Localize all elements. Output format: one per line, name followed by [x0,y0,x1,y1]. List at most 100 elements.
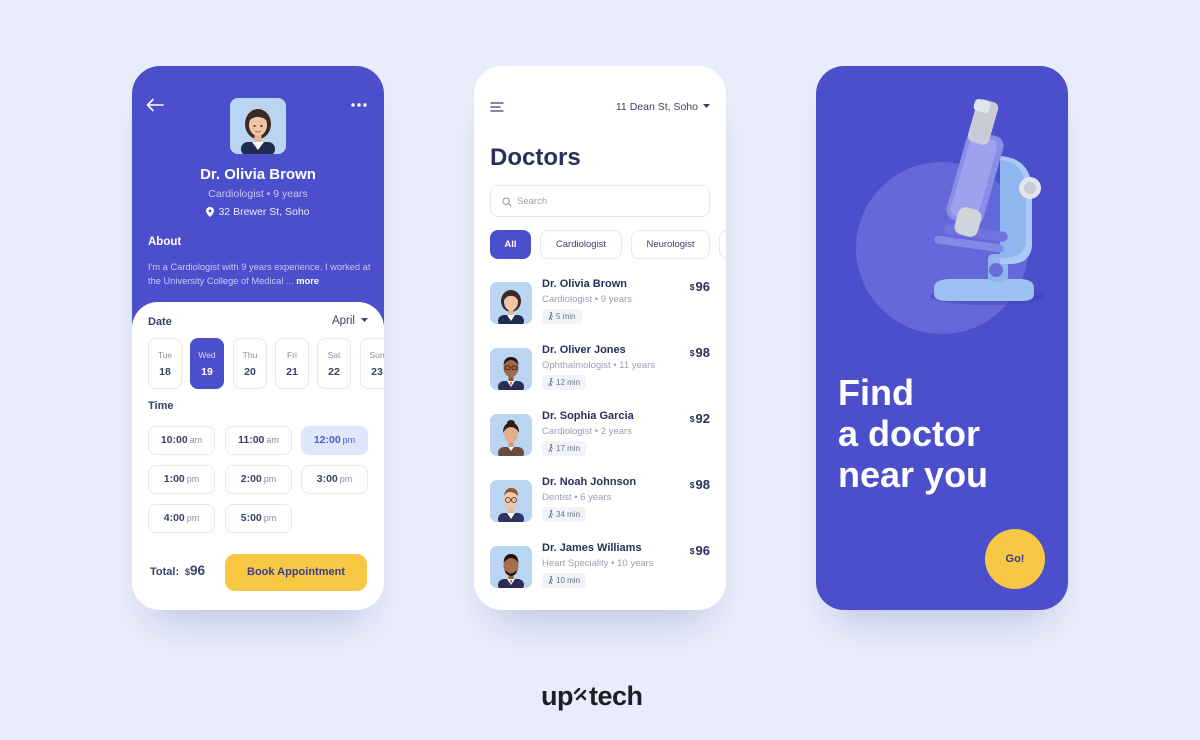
currency-symbol: $ [689,348,695,358]
day-option-selected[interactable]: Wed 19 [190,338,224,389]
day-date: 19 [201,366,213,378]
location-selector[interactable]: 11 Dean St, Soho [616,101,710,113]
doctor-specialty: Dentist • 6 years [542,492,612,503]
search-input[interactable] [517,187,697,215]
doctor-location-text: 32 Brewer St, Soho [218,206,310,218]
day-name: Wed [198,350,216,360]
doctor-specialty: Cardiologist • 9 years [542,294,632,305]
book-appointment-button[interactable]: Book Appointment [225,554,367,591]
day-option[interactable]: Sun 23 [360,338,384,389]
month-selector[interactable]: April [332,315,368,327]
walking-icon [548,378,554,387]
walk-time: 5 min [556,312,576,321]
onboarding-screen: Find a doctor near you Go! [816,66,1068,610]
time-slot-selected[interactable]: 12:00 pm [301,426,368,455]
doctors-list-screen: 11 Dean St, Soho Doctors All Cardiologis… [474,66,726,610]
walk-time-badge: 12 min [542,375,587,390]
walking-icon [548,576,554,585]
slot-time: 12:00 [313,434,341,446]
time-slot[interactable]: 1:00 pm [148,465,215,494]
slot-ampm: pm [339,474,353,484]
chip-cardiologist[interactable]: Cardiologist [540,230,622,259]
time-slot[interactable]: 10:00 am [148,426,215,455]
chip-more[interactable] [719,230,726,259]
slot-ampm: pm [263,513,277,523]
chevron-down-icon [703,104,710,108]
time-label: Time [148,400,174,412]
doctor-avatar [490,546,532,588]
day-date: 21 [286,366,298,378]
brand-logo: up tech [541,681,661,715]
doctor-list-item[interactable]: Dr. Sophia Garcia Cardiologist • 2 years… [490,410,710,460]
day-date: 22 [328,366,340,378]
slot-ampm: am [189,435,203,445]
go-button[interactable]: Go! [985,529,1045,589]
doctor-avatar [490,282,532,324]
currency-symbol: $ [689,282,695,292]
time-slot[interactable]: 5:00 pm [225,504,292,533]
slot-time: 5:00 [240,512,262,524]
price-value: 96 [695,279,710,294]
time-slot[interactable]: 11:00 am [225,426,292,455]
chip-neurologist[interactable]: Neurologist [631,230,710,259]
day-name: Sat [327,350,341,360]
search-box[interactable] [490,185,710,217]
day-date: 18 [159,366,171,378]
walk-time-badge: 10 min [542,573,587,588]
profile-header: Dr. Olivia Brown Cardiologist • 9 years … [132,66,384,328]
walk-time-badge: 17 min [542,441,587,456]
walk-time: 12 min [556,378,581,387]
time-slot[interactable]: 3:00 pm [301,465,368,494]
slot-ampm: am [266,435,279,445]
doctor-price: $98 [690,477,710,492]
doctor-name: Dr. Oliver Jones [542,344,626,356]
chip-all[interactable]: All [490,230,531,259]
page-title: Doctors [490,144,581,171]
slot-ampm: pm [186,513,200,523]
total-amount: $96 [185,563,205,578]
price-value: 92 [695,411,710,426]
day-option[interactable]: Fri 21 [275,338,309,389]
doctor-list-item[interactable]: Dr. James Williams Heart Speciality • 10… [490,542,710,592]
doctor-specialty: Cardiologist • 2 years [542,426,632,437]
doctor-list-item[interactable]: Dr. Olivia Brown Cardiologist • 9 years … [490,278,710,328]
category-filter: All Cardiologist Neurologist [490,230,726,260]
doctor-specialty: Heart Speciality • 10 years [542,558,654,569]
day-option[interactable]: Sat 22 [317,338,351,389]
doctor-name: Dr. Olivia Brown [542,278,627,290]
doctor-name: Dr. James Williams [542,542,642,554]
slot-ampm: pm [186,474,200,484]
more-options-icon[interactable] [350,102,368,108]
price-value: 96 [695,543,710,558]
doctor-avatar [230,98,286,154]
slot-time: 11:00 [238,434,265,446]
doctor-profile-screen: Dr. Olivia Brown Cardiologist • 9 years … [132,66,384,610]
more-link[interactable]: more [296,276,319,286]
hero-line: Find [838,372,914,413]
currency-symbol: $ [689,414,695,424]
menu-icon[interactable] [490,102,504,112]
back-arrow-icon[interactable] [146,98,164,112]
doctor-list-item[interactable]: Dr. Noah Johnson Dentist • 6 years 34 mi… [490,476,710,526]
doctor-avatar [490,480,532,522]
doctor-specialty: Cardiologist • 9 years [208,188,308,200]
time-slot[interactable]: 4:00 pm [148,504,215,533]
time-slot[interactable]: 2:00 pm [225,465,292,494]
doctor-specialty: Ophthalmologist • 11 years [542,360,655,371]
walk-time: 17 min [556,444,581,453]
doctor-price: $98 [690,345,710,360]
day-date: 23 [371,366,383,378]
total-label: Total: [150,566,180,578]
day-option[interactable]: Thu 20 [233,338,267,389]
logo-text-left: up [541,681,574,711]
slot-time: 2:00 [240,473,262,485]
slot-ampm: pm [342,435,356,445]
walking-icon [548,312,554,321]
hero-heading: Find a doctor near you [838,372,1048,495]
doctor-list-item[interactable]: Dr. Oliver Jones Ophthalmologist • 11 ye… [490,344,710,394]
doctor-name: Dr. Olivia Brown [200,166,316,183]
currency-symbol: $ [689,546,695,556]
doctor-price: $92 [690,411,710,426]
day-option[interactable]: Tue 18 [148,338,182,389]
doctor-avatar [490,414,532,456]
